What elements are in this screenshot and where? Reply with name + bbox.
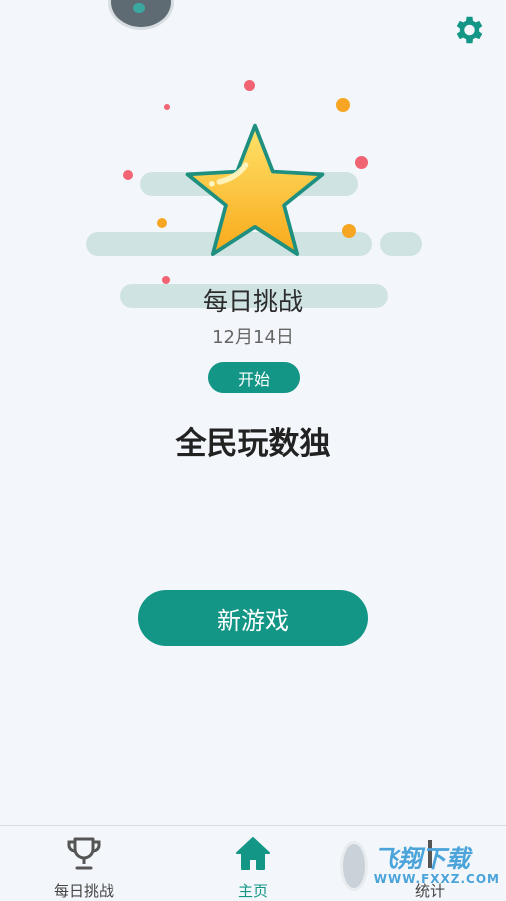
avatar-eye: [133, 3, 145, 13]
daily-challenge-illustration: [0, 60, 506, 310]
confetti-dot: [336, 98, 350, 112]
watermark: 飞翔下载 WWW.FXXZ.COM: [340, 838, 500, 894]
cloud: [380, 232, 422, 256]
watermark-text: 飞翔下载: [373, 845, 470, 873]
confetti-dot: [123, 170, 133, 180]
confetti-dot: [157, 218, 167, 228]
star-icon: [185, 123, 325, 256]
new-game-button[interactable]: 新游戏: [138, 590, 368, 646]
watermark-url: WWW.FXXZ.COM: [373, 872, 500, 886]
tab-label: 每日挑战: [53, 882, 114, 900]
avatar[interactable]: [108, 0, 174, 30]
app-name: 全民玩数独: [175, 426, 331, 462]
start-button[interactable]: 开始: [208, 362, 300, 393]
confetti-dot: [244, 80, 255, 91]
gear-icon[interactable]: [450, 12, 486, 48]
confetti-dot: [342, 224, 356, 238]
daily-challenge-date: 12月14日: [212, 327, 294, 348]
trophy-icon: [67, 837, 101, 870]
confetti-dot: [355, 156, 368, 169]
tab-label: 主页: [237, 882, 268, 900]
watermark-logo: [340, 841, 368, 891]
daily-challenge-title: 每日挑战: [202, 287, 303, 316]
home-icon: [236, 837, 270, 870]
tab-daily-challenge[interactable]: 每日挑战: [24, 826, 144, 901]
confetti-dot: [164, 104, 170, 110]
tab-home[interactable]: 主页: [193, 826, 313, 901]
